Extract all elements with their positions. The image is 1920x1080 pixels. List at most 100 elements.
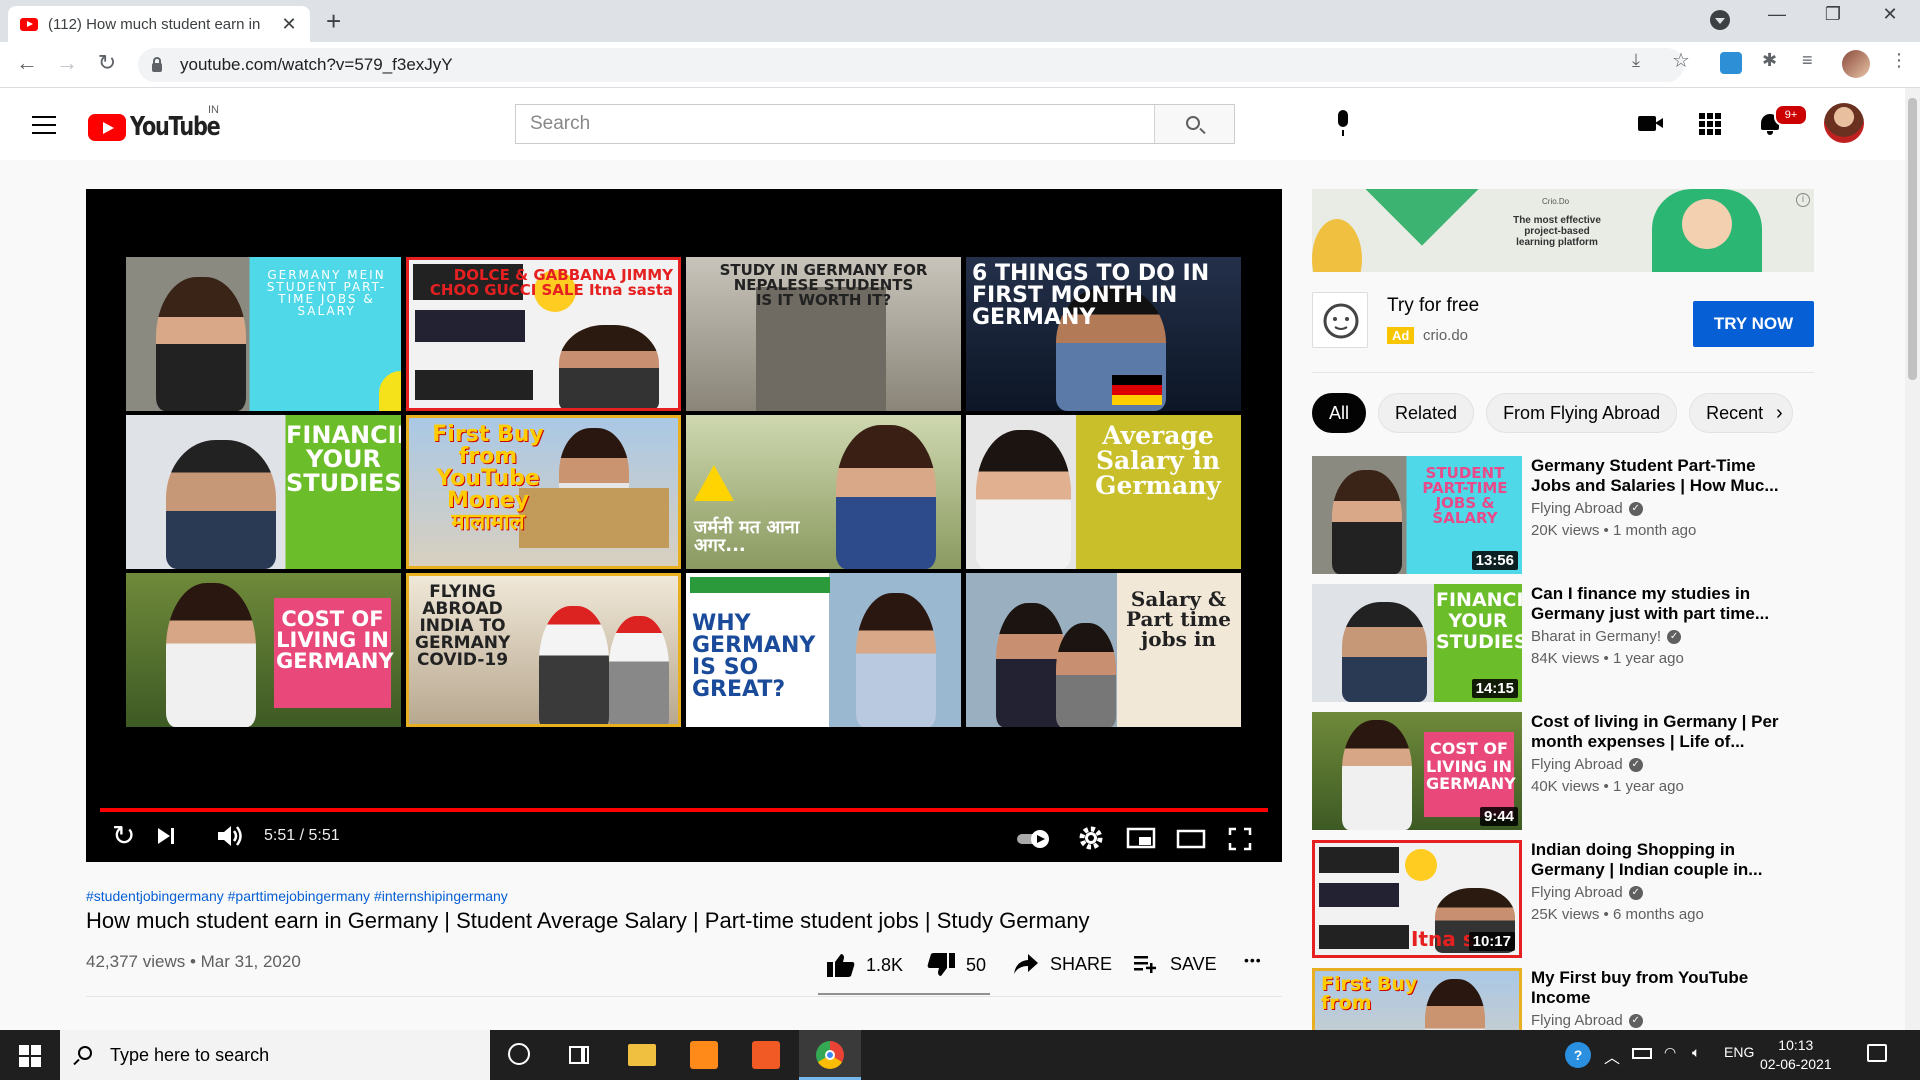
recommendation-meta: 20K views • 1 month ago bbox=[1531, 522, 1697, 539]
recommendation-item[interactable]: STUDENT PART-TIME JOBS & SALARY 13:56 Germa… bbox=[1312, 456, 1812, 574]
chip-related[interactable]: Related bbox=[1378, 393, 1475, 433]
chevron-right-icon[interactable]: › bbox=[1776, 402, 1783, 425]
action-center-icon[interactable] bbox=[1867, 1044, 1887, 1062]
tab-search-icon[interactable] bbox=[1710, 10, 1730, 30]
video-duration: 9:44 bbox=[1479, 807, 1518, 826]
forward-button[interactable]: → bbox=[52, 50, 82, 76]
back-button[interactable]: ← bbox=[12, 50, 42, 76]
browser-menu-icon[interactable]: ⋮ bbox=[1890, 50, 1908, 71]
dislike-button[interactable]: 50 bbox=[926, 952, 986, 978]
language-indicator[interactable]: ENG bbox=[1724, 1044, 1754, 1060]
taskbar-search[interactable]: Type here to search bbox=[60, 1030, 490, 1080]
tab-title: (112) How much student earn in bbox=[48, 15, 261, 33]
endscreen-video-2[interactable]: DOLCE & GABBANA JIMMY CHOO GUCCI SALE It… bbox=[406, 257, 681, 411]
video-player[interactable]: GERMANY MEIN STUDENT PART-TIME JOBS & SA… bbox=[86, 189, 1282, 862]
miniplayer-icon[interactable] bbox=[1126, 827, 1156, 854]
file-explorer-icon[interactable] bbox=[628, 1044, 656, 1066]
menu-icon[interactable] bbox=[32, 116, 56, 134]
try-now-button[interactable]: TRY NOW bbox=[1693, 301, 1814, 347]
battery-icon[interactable] bbox=[1632, 1048, 1652, 1059]
clock-date: 02-06-2021 bbox=[1760, 1056, 1832, 1072]
replay-icon[interactable]: ↻ bbox=[112, 819, 135, 852]
ad-banner[interactable]: Crio.Do The most effective project-based… bbox=[1312, 189, 1814, 272]
account-avatar[interactable] bbox=[1824, 103, 1864, 143]
volume-tray-icon[interactable]: 🔈︎ bbox=[1692, 1044, 1700, 1061]
scrollbar-thumb[interactable] bbox=[1908, 98, 1917, 380]
page-scrollbar[interactable] bbox=[1905, 88, 1920, 1030]
media-control-icon[interactable]: ≡ bbox=[1802, 50, 1813, 71]
endscreen-video-12[interactable]: Salary & Part time jobs in bbox=[966, 573, 1241, 727]
maximize-button[interactable]: ❐ bbox=[1818, 4, 1848, 25]
endscreen-video-11[interactable]: WHY GERMANY IS SO GREAT? bbox=[686, 573, 961, 727]
endscreen-video-6[interactable]: First Buy from YouTube Money मालामाल bbox=[406, 415, 681, 569]
next-video-icon[interactable] bbox=[156, 825, 176, 847]
extensions-puzzle-icon[interactable]: ✱ bbox=[1762, 50, 1777, 71]
browser-tab[interactable]: (112) How much student earn in ✕ bbox=[8, 6, 310, 42]
endscreen-video-7[interactable]: जर्मनी मत आना अगर... bbox=[686, 415, 961, 569]
channel-name: Flying Abroad bbox=[1531, 756, 1623, 773]
chrome-taskbar-button[interactable] bbox=[799, 1030, 861, 1080]
minimize-button[interactable]: — bbox=[1762, 4, 1792, 25]
verified-icon: ✓ bbox=[1628, 757, 1643, 772]
chip-from-flying-abroad[interactable]: From Flying Abroad bbox=[1486, 393, 1678, 433]
chip-all[interactable]: All bbox=[1312, 393, 1367, 433]
reload-button[interactable]: ↻ bbox=[92, 50, 122, 76]
endscreen-video-8[interactable]: Average Salary in Germany bbox=[966, 415, 1241, 569]
sublime-text-icon[interactable] bbox=[690, 1041, 718, 1069]
autoplay-toggle[interactable] bbox=[1016, 829, 1052, 854]
thumbs-down-icon bbox=[927, 953, 955, 976]
extension-icon[interactable] bbox=[1720, 52, 1742, 74]
endscreen-video-9[interactable]: COST OF LIVING IN GERMANY bbox=[126, 573, 401, 727]
endscreen-video-10[interactable]: FLYING ABROAD INDIA TO GERMANY COVID-19 bbox=[406, 573, 681, 727]
recommendation-thumbnail: Itna s 10:17 bbox=[1312, 840, 1522, 958]
ad-row[interactable]: Try for free Ad crio.do TRY NOW bbox=[1312, 290, 1814, 352]
recommendation-item[interactable]: First Buy from My First buy from YouTube … bbox=[1312, 968, 1812, 1030]
endscreen-video-4[interactable]: 6 THINGS TO DO IN FIRST MONTH IN GERMANY bbox=[966, 257, 1241, 411]
windows-start-icon[interactable] bbox=[19, 1045, 41, 1067]
xampp-icon[interactable] bbox=[752, 1041, 780, 1069]
task-view-icon[interactable] bbox=[568, 1044, 596, 1072]
endscreen-video-1[interactable]: GERMANY MEIN STUDENT PART-TIME JOBS & SA… bbox=[126, 257, 401, 411]
install-icon[interactable]: ⤓ bbox=[1632, 50, 1640, 71]
help-icon[interactable]: ? bbox=[1565, 1042, 1591, 1068]
wifi-icon[interactable]: ◠ bbox=[1664, 1044, 1676, 1061]
cortana-icon[interactable] bbox=[508, 1043, 530, 1065]
progress-bar[interactable] bbox=[100, 808, 1268, 812]
fullscreen-icon[interactable] bbox=[1228, 827, 1252, 856]
endscreen-video-5[interactable]: FINANCING YOUR STUDIES bbox=[126, 415, 401, 569]
share-button[interactable]: SHARE bbox=[1012, 952, 1112, 976]
recommendation-title: Germany Student Part-Time Jobs and Salar… bbox=[1531, 456, 1779, 495]
tab-close-icon[interactable]: ✕ bbox=[280, 14, 298, 35]
search-button[interactable] bbox=[1154, 105, 1234, 143]
new-tab-button[interactable]: + bbox=[326, 6, 341, 37]
create-video-icon[interactable] bbox=[1638, 116, 1663, 131]
bookmark-star-icon[interactable]: ☆ bbox=[1672, 48, 1690, 73]
video-time: 5:51 / 5:51 bbox=[264, 827, 340, 844]
youtube-logo[interactable]: YouTube bbox=[88, 112, 242, 142]
theater-mode-icon[interactable] bbox=[1176, 829, 1206, 854]
recommendation-item[interactable]: Itna s 10:17 Indian doing Shopping in Ge… bbox=[1312, 840, 1812, 958]
show-hidden-icons[interactable]: ︿ bbox=[1604, 1044, 1620, 1068]
more-actions-icon[interactable]: ••• bbox=[1244, 952, 1262, 968]
recommendation-item[interactable]: COST OF LIVING IN GERMANY 9:44 Cost of liv… bbox=[1312, 712, 1812, 830]
endscreen-video-3[interactable]: STUDY IN GERMANY FOR NEPALESE STUDENTS I… bbox=[686, 257, 961, 411]
video-views-date: 42,377 views • Mar 31, 2020 bbox=[86, 952, 301, 971]
ad-info-icon[interactable]: i bbox=[1796, 193, 1810, 207]
system-clock[interactable]: 10:13 02-06-2021 bbox=[1760, 1036, 1832, 1074]
save-button[interactable]: SAVE bbox=[1132, 952, 1217, 976]
like-button[interactable]: 1.8K bbox=[826, 952, 903, 978]
like-dislike-ratio-bar bbox=[818, 993, 990, 995]
voice-search-icon[interactable] bbox=[1336, 110, 1350, 138]
search-input[interactable] bbox=[516, 105, 1154, 143]
recommendation-item[interactable]: FINANCINGYOURSTUDIES 14:15 Can I finance… bbox=[1312, 584, 1812, 702]
divider bbox=[86, 996, 1282, 997]
recommendation-title: Indian doing Shopping in Germany | India… bbox=[1531, 840, 1763, 879]
apps-grid-icon[interactable] bbox=[1699, 113, 1721, 135]
video-hashtags[interactable]: #studentjobingermany #parttimejobingerma… bbox=[86, 888, 508, 904]
endscreen-label: GERMANY MEIN STUDENT PART-TIME JOBS & SA… bbox=[266, 268, 387, 318]
close-window-button[interactable]: ✕ bbox=[1875, 4, 1905, 25]
browser-profile-avatar[interactable] bbox=[1842, 50, 1870, 78]
volume-icon[interactable] bbox=[216, 823, 244, 854]
address-bar[interactable]: youtube.com/watch?v=579_f3exJyY bbox=[138, 48, 1684, 82]
settings-gear-icon[interactable] bbox=[1078, 825, 1104, 856]
